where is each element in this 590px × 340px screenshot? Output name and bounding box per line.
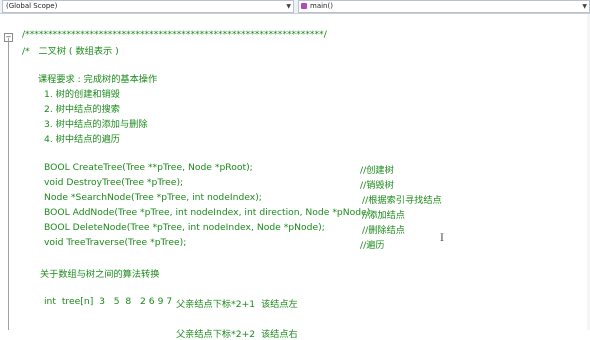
code-line: 父亲结点下标*2+2 该结点右	[176, 329, 298, 340]
scope-dropdown[interactable]: (Global Scope) ▼	[2, 0, 294, 13]
code-line: 关于数组与树之间的算法转换	[40, 269, 160, 280]
code-comment: //遍历	[360, 240, 385, 251]
code-line: Node *SearchNode(Tree *pTree, int nodeIn…	[44, 192, 262, 203]
code-line: int tree[n] 3 5 8 2 6 9 7	[44, 296, 173, 307]
code-comment: //创建树	[360, 165, 394, 176]
code-line: BOOL CreateTree(Tree **pTree, Node *pRoo…	[44, 162, 253, 173]
code-comment: //销毁树	[360, 180, 394, 191]
code-line: /***************************************…	[22, 29, 327, 40]
code-line: /* 二叉树 ( 数组表示 )	[22, 46, 119, 57]
code-comment: //根据索引寻找结点	[362, 195, 442, 206]
code-editor[interactable]: /***************************************…	[19, 14, 590, 340]
navigation-bar: (Global Scope) ▼ main() ▼	[0, 0, 590, 14]
code-line: 2. 树中结点的搜索	[44, 104, 120, 115]
function-dropdown-value: main()	[310, 2, 333, 10]
text-cursor-icon: I	[440, 233, 444, 244]
chevron-down-icon[interactable]: ▼	[582, 1, 587, 12]
chevron-down-icon[interactable]: ▼	[286, 1, 291, 12]
code-line: 4. 树中结点的遍历	[44, 134, 120, 145]
code-line: 1. 树的创建和销毁	[44, 89, 120, 100]
code-comment: //添加结点	[362, 210, 405, 221]
code-comment: //删除结点	[362, 225, 405, 236]
code-line: BOOL AddNode(Tree *pTree, int nodeIndex,…	[44, 207, 374, 218]
code-line: 父亲结点下标*2+1 该结点左	[176, 299, 298, 310]
editor-gutter	[0, 14, 19, 330]
code-line: 课程要求 : 完成树的基本操作	[38, 74, 158, 85]
scope-dropdown-value: (Global Scope)	[6, 2, 58, 10]
function-dropdown[interactable]: main() ▼	[298, 0, 590, 13]
code-line: void DestroyTree(Tree *pTree);	[44, 177, 184, 188]
code-line: 3. 树中结点的添加与删除	[44, 119, 148, 130]
code-line: BOOL DeleteNode(Tree *pTree, int nodeInd…	[44, 222, 325, 233]
code-line: void TreeTraverse(Tree *pTree);	[44, 237, 187, 248]
method-icon	[301, 3, 307, 9]
fold-line	[8, 38, 9, 330]
